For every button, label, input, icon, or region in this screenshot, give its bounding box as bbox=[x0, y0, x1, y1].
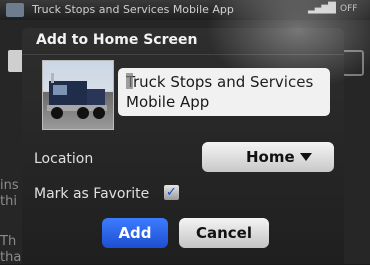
add-to-home-dialog: Add to Home Screen Truck Stops and Servi… bbox=[22, 28, 344, 264]
radio-status: OFF bbox=[340, 4, 358, 14]
add-button[interactable]: Add bbox=[102, 218, 168, 248]
shortcut-name-field[interactable]: Truck Stops and Services Mobile App bbox=[118, 68, 330, 116]
location-dropdown[interactable]: Home bbox=[202, 142, 334, 172]
favorite-label: Mark as Favorite bbox=[34, 186, 150, 202]
status-app-name: Truck Stops and Services Mobile App bbox=[32, 3, 234, 16]
favorite-checkbox[interactable]: ✓ bbox=[164, 185, 179, 200]
bg-text-line: thi bbox=[0, 194, 17, 209]
app-thumbnail-truck-image bbox=[42, 60, 114, 130]
truck-icon bbox=[47, 73, 107, 119]
dialog-divider bbox=[22, 54, 344, 55]
bg-text-line: Th bbox=[0, 234, 17, 249]
location-label: Location bbox=[34, 151, 94, 167]
chevron-down-icon bbox=[300, 153, 312, 161]
bg-text-line: ins bbox=[0, 178, 19, 193]
cancel-button[interactable]: Cancel bbox=[179, 218, 269, 248]
menu-box-icon bbox=[342, 50, 364, 76]
location-value: Home bbox=[246, 148, 295, 166]
dialog-title: Add to Home Screen bbox=[36, 32, 198, 48]
status-bar: Truck Stops and Services Mobile App ▂▄▆█… bbox=[0, 0, 370, 20]
text-cursor bbox=[126, 73, 133, 89]
signal-icon: ▂▄▆█ bbox=[308, 3, 336, 14]
shortcut-name-value: Truck Stops and Services Mobile App bbox=[126, 73, 314, 111]
bg-text-line: tha bbox=[0, 250, 22, 265]
app-icon bbox=[6, 3, 24, 17]
